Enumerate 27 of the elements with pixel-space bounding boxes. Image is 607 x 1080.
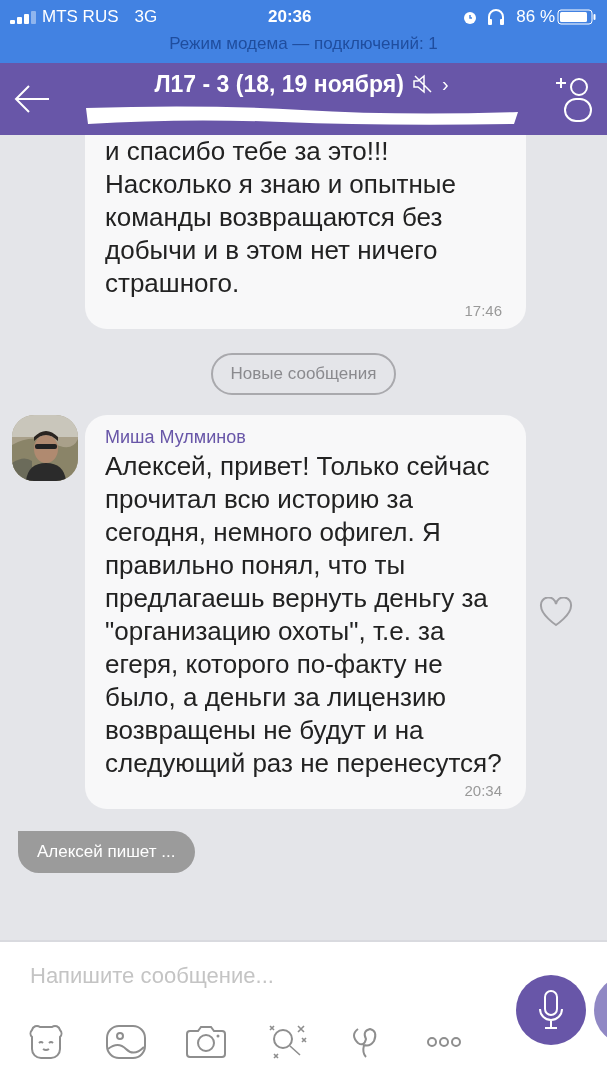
carrier-name: MTS RUS xyxy=(42,7,119,27)
camera-icon[interactable] xyxy=(186,1025,226,1059)
typing-indicator: Алексей пишет ... xyxy=(18,831,196,873)
signal-icon xyxy=(10,10,38,24)
gallery-icon[interactable] xyxy=(106,1025,146,1059)
message-text: Алексей, привет! Только сейчас прочитал всю историю за сегодня, немного офигел. Я правильно понял, что ты предлагаешь вернуть деньгу за "организацию охоты", т.е. за егеря, которого по-факту не было, а деньги за лицензию возвращены не будут и на следующий раз не перенесутся? xyxy=(105,450,502,780)
heart-icon[interactable] xyxy=(539,597,573,627)
status-time: 20:36 xyxy=(267,7,312,27)
message-time: 20:34 xyxy=(464,782,502,799)
more-icon[interactable] xyxy=(426,1036,462,1048)
sparkle-search-icon[interactable] xyxy=(266,1024,310,1060)
message-time: 17:46 xyxy=(464,302,502,319)
chat-title[interactable]: Л17 - 3 (18, 19 ноября) xyxy=(154,70,404,98)
battery-icon xyxy=(557,9,597,25)
add-contact-icon[interactable] xyxy=(553,75,593,123)
message-text: и спасибо тебе за это!!! Насколько я знаю и опытные команды возвращаются без добычи и в этом нет ничего страшного. xyxy=(105,135,457,300)
message-input[interactable]: Напишите сообщение... xyxy=(28,962,452,990)
hotspot-status-text: Режим модема — подключений: 1 xyxy=(168,34,439,54)
microphone-icon xyxy=(538,990,564,1030)
chevron[interactable]: › xyxy=(441,72,449,96)
alarm-icon xyxy=(462,9,479,25)
sender-name: Миша Мулминов xyxy=(105,427,247,448)
headphones-icon xyxy=(486,8,507,26)
network-type: 3G xyxy=(134,7,158,27)
back-arrow-icon[interactable] xyxy=(14,84,50,114)
new-messages-divider: Новые сообщения xyxy=(210,353,397,395)
battery-percent: 86 % xyxy=(516,7,555,27)
